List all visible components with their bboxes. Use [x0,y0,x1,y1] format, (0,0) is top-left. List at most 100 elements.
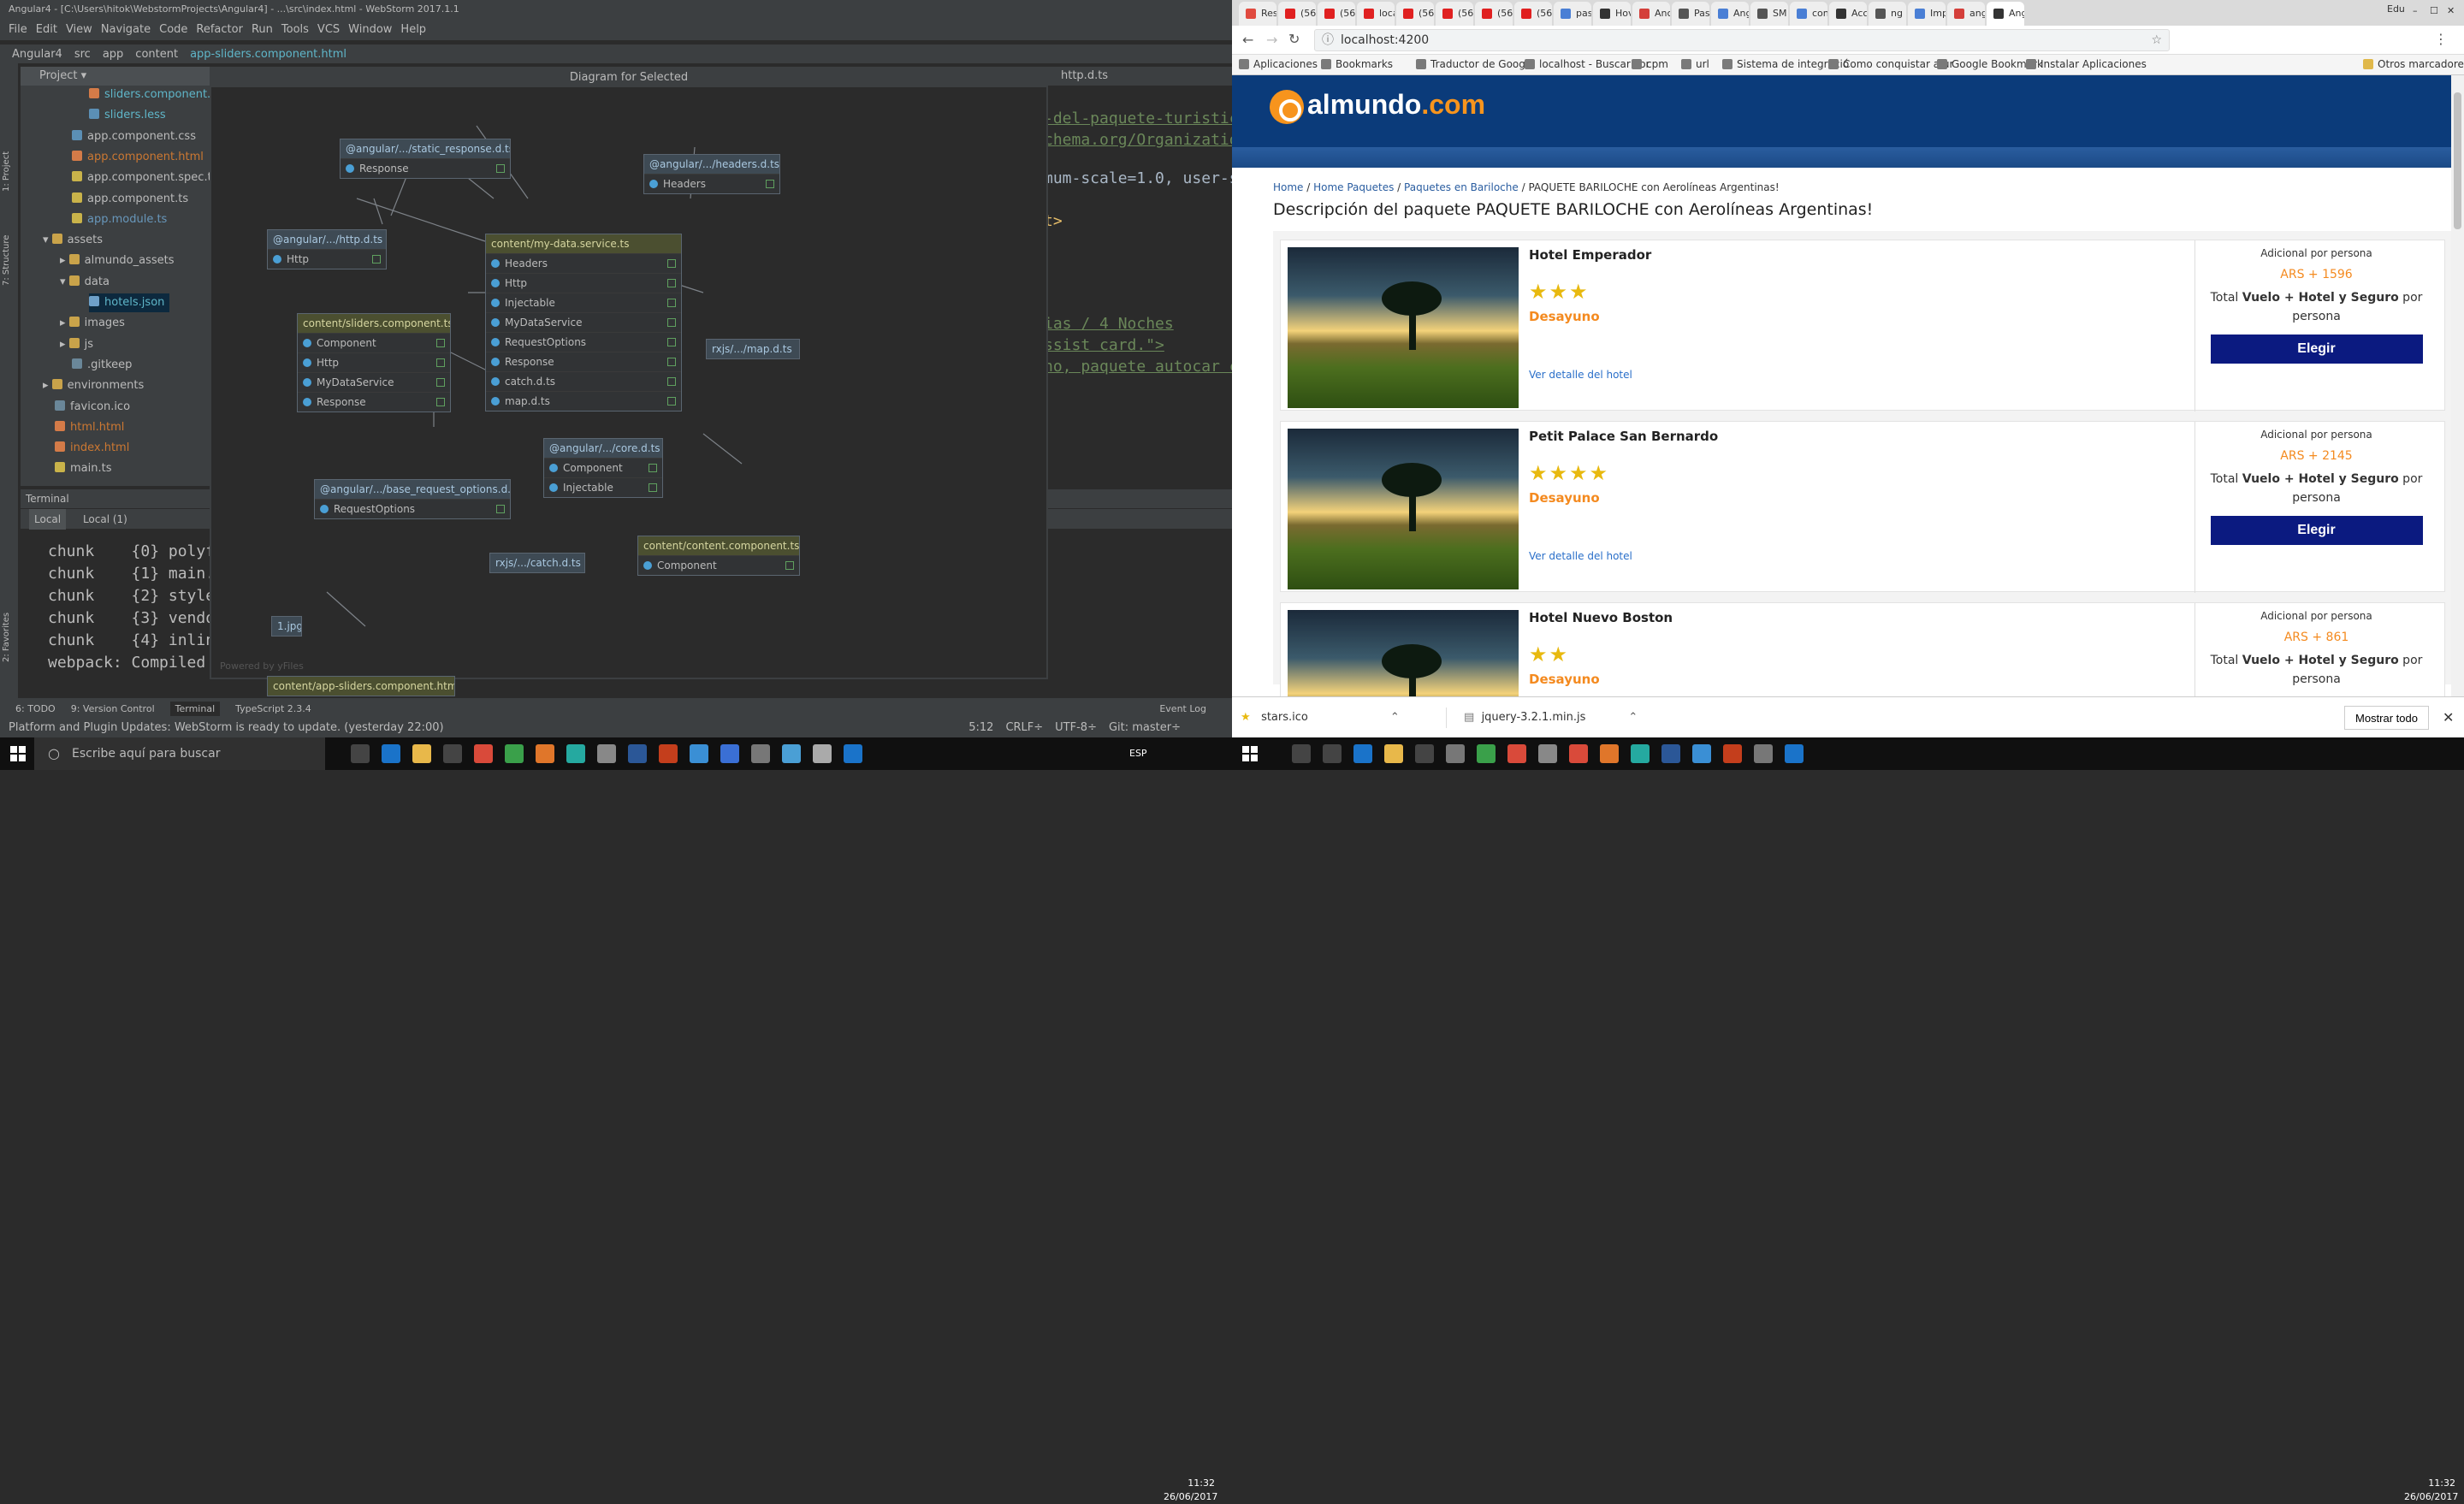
bookmark-item[interactable]: url [1681,58,1709,70]
diagram-member[interactable]: Component [544,458,662,477]
chrome-icon[interactable] [1569,744,1588,763]
webstorm-icon[interactable] [566,744,585,763]
project-tree-item[interactable]: app.component.html [72,148,209,167]
browser-tab[interactable]: loca [1357,2,1395,26]
diagram-member[interactable]: MyDataService [486,312,681,332]
git-icon[interactable] [597,744,616,763]
terminal-tab-local[interactable]: Local [29,509,67,530]
project-tree-item[interactable]: app.component.css [72,127,201,146]
tab-todo[interactable]: 6: TODO [15,703,56,714]
git-branch[interactable]: Git: master÷ [1109,719,1181,737]
diagram-member[interactable]: Headers [644,174,779,193]
maximize-icon[interactable]: ☐ [2430,5,2438,16]
diagram-node[interactable]: content/my-data.service.ts Headers Http Inj… [485,234,682,412]
project-tree-item[interactable]: favicon.ico [55,398,135,417]
webstorm-icon[interactable] [1631,744,1650,763]
diagram-member[interactable]: Injectable [486,293,681,312]
expand-arrow-icon[interactable]: ▸ [60,254,69,267]
edge-icon[interactable] [382,744,400,763]
nav-crumb[interactable]: src [74,48,91,61]
menu-item-view[interactable]: View [66,23,92,36]
browser-tab[interactable]: pas [1554,2,1591,26]
project-tree-item[interactable]: app.component.ts [72,190,193,209]
chrome-icon[interactable] [505,744,524,763]
project-tree-item[interactable]: ▾ assets [43,231,108,250]
nav-crumb[interactable]: app-sliders.component.html [190,48,346,61]
project-tree-item[interactable]: ▸ js [60,335,98,354]
project-tree-item[interactable]: app.module.ts [72,210,172,229]
terminal-tab-local-1[interactable]: Local (1) [78,509,133,530]
project-tree-item[interactable]: sliders.less [89,106,171,125]
chevron-up-icon[interactable]: ⌃ [1628,711,1638,724]
taskbar-search-input[interactable]: ○ Escribe aquí para buscar [34,737,325,770]
search-icon[interactable] [1323,744,1342,763]
hotel-photo[interactable] [1288,247,1519,408]
browser-tab[interactable]: (56) [1396,2,1434,26]
menu-item-vcs[interactable]: VCS [317,23,340,36]
browser-tab[interactable]: ng [1869,2,1906,26]
app-icon[interactable] [1446,744,1465,763]
nav-crumb[interactable]: app [103,48,123,61]
chevron-up-icon[interactable]: ⌃ [1390,711,1400,724]
app-icon[interactable] [1692,744,1711,763]
browser-tab[interactable]: (56) [1475,2,1513,26]
diagram-member[interactable]: map.d.ts [486,391,681,411]
project-tree-item[interactable]: ▸ environments [43,376,149,395]
chrome-icon[interactable] [474,744,493,763]
browser-tab[interactable]: Pas [1672,2,1709,26]
diagram-member[interactable]: catch.d.ts [486,371,681,391]
tab-typescript[interactable]: TypeScript 2.3.4 [235,703,311,714]
close-icon[interactable]: ✕ [2447,5,2455,16]
almundo-logo[interactable]: almundo.com [1270,89,1485,124]
file-explorer-icon[interactable] [412,744,431,763]
word-icon[interactable] [1661,744,1680,763]
crumb-paquetes-bariloche[interactable]: Paquetes en Bariloche [1404,181,1519,193]
store-icon[interactable] [1415,744,1434,763]
windows-start-icon[interactable] [1242,746,1258,764]
close-icon[interactable]: ✕ [2443,709,2454,725]
menu-item-tools[interactable]: Tools [281,23,309,36]
diagram-member[interactable]: Response [341,158,510,178]
menu-item-refactor[interactable]: Refactor [196,23,243,36]
app-icon[interactable] [844,744,862,763]
line-separator[interactable]: CRLF÷ [1005,719,1043,737]
elegir-button[interactable]: Elegir [2210,335,2423,364]
hotel-photo[interactable] [1288,429,1519,589]
browser-tab[interactable]: (56) [1318,2,1355,26]
browser-tab[interactable]: Res [1239,2,1276,26]
project-tree-item[interactable]: ▸ almundo_assets [60,252,179,270]
tool-tab-project[interactable]: 1: Project [2,151,11,192]
diagram-node[interactable]: content/sliders.component.ts Component Htt… [297,313,451,412]
download-item[interactable]: ★ stars.ico ⌃ [1241,708,1400,728]
show-all-downloads-button[interactable]: Mostrar todo [2344,706,2429,730]
diagram-member[interactable]: Http [298,352,450,372]
bookmark-item[interactable]: Como conquistar a ur [1828,58,1953,70]
language-indicator[interactable]: ESP [1129,748,1147,759]
forward-icon[interactable]: → [1266,32,1277,48]
app-icon[interactable] [690,744,708,763]
tool-tab-favorites[interactable]: 2: Favorites [2,613,11,662]
diagram-node[interactable]: @angular/.../headers.d.ts Headers [643,154,780,194]
diagram-member[interactable]: Component [298,333,450,352]
app-icon[interactable] [751,744,770,763]
task-view-icon[interactable] [1292,744,1311,763]
windows-start-icon[interactable] [10,746,26,761]
reload-icon[interactable]: ↻ [1288,31,1300,47]
project-tree-item[interactable]: main.ts [55,459,116,478]
browser-tab[interactable]: Acc [1829,2,1867,26]
browser-tab[interactable]: ang [1947,2,1985,26]
diagram-node[interactable]: @angular/.../base_request_options.d.ts Re… [314,479,511,519]
back-icon[interactable]: ← [1242,32,1253,48]
browser-tab[interactable]: Ang [1711,2,1749,26]
diagram-member[interactable]: RequestOptions [315,499,510,518]
project-tree-item[interactable]: hotels.json [89,293,170,312]
elegir-button[interactable]: Elegir [2210,516,2423,545]
download-item[interactable]: ▤ jquery-3.2.1.min.js ⌃ [1446,708,1638,728]
right-clock[interactable]: 11:32 26/06/2017 [2404,1477,2458,1504]
app-icon[interactable] [1785,744,1804,763]
diagram-member[interactable]: Injectable [544,477,662,497]
browser-tab[interactable]: SM [1750,2,1788,26]
store-icon[interactable] [443,744,462,763]
left-clock[interactable]: 11:32 26/06/2017 [1164,1477,1217,1504]
tool-tab-structure[interactable]: 7: Structure [2,235,11,286]
